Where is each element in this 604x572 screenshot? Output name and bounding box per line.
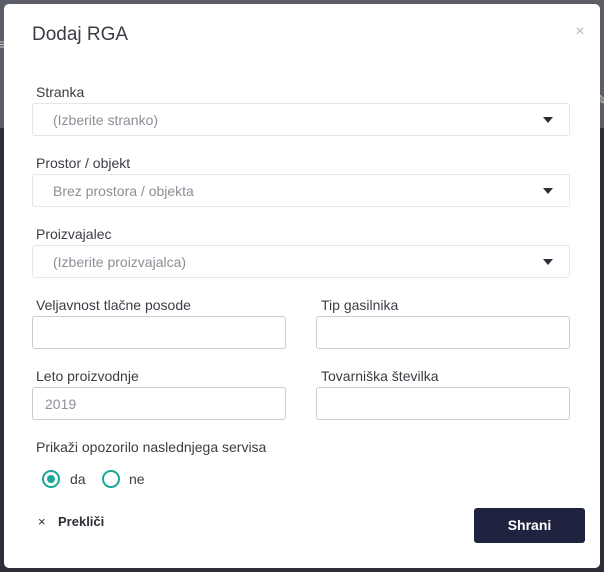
save-button[interactable]: Shrani (474, 508, 585, 543)
leto-proizvodnje-input[interactable] (32, 387, 286, 420)
tovarniska-label: Tovarniška številka (321, 368, 439, 384)
stranka-select-placeholder: (Izberite stranko) (53, 112, 159, 128)
close-icon[interactable]: × (572, 24, 588, 40)
caret-down-icon (543, 259, 553, 265)
caret-down-icon (543, 117, 553, 123)
radio-da-dot (47, 475, 55, 483)
opozorilo-label: Prikaži opozorilo naslednjega servisa (36, 439, 267, 455)
cancel-label: Prekliči (58, 514, 105, 529)
radio-da[interactable] (42, 470, 60, 488)
proizvajalec-label: Proizvajalec (36, 226, 112, 242)
modal-title: Dodaj RGA (32, 24, 129, 45)
cancel-x-icon: × (38, 514, 46, 529)
tovarniska-stevilka-input[interactable] (316, 387, 570, 420)
tip-label: Tip gasilnika (321, 297, 399, 313)
leto-label: Leto proizvodnje (36, 368, 139, 384)
stranka-label: Stranka (36, 84, 85, 100)
proizvajalec-select[interactable]: (Izberite proizvajalca) (32, 245, 570, 278)
radio-ne-label: ne (129, 471, 145, 487)
prostor-label: Prostor / objekt (36, 155, 131, 171)
tip-gasilnika-input[interactable] (316, 316, 570, 349)
prostor-select[interactable]: Brez prostora / objekta (32, 174, 570, 207)
stranka-select[interactable]: (Izberite stranko) (32, 103, 570, 136)
add-rga-modal: Dodaj RGA × Stranka (Izberite stranko) P… (4, 4, 600, 568)
radio-da-label: da (70, 471, 86, 487)
proizvajalec-select-placeholder: (Izberite proizvajalca) (53, 254, 187, 270)
prostor-select-value: Brez prostora / objekta (53, 183, 194, 199)
caret-down-icon (543, 188, 553, 194)
veljavnost-input[interactable] (32, 316, 286, 349)
radio-ne[interactable] (102, 470, 120, 488)
veljavnost-label: Veljavnost tlačne posode (36, 297, 191, 313)
